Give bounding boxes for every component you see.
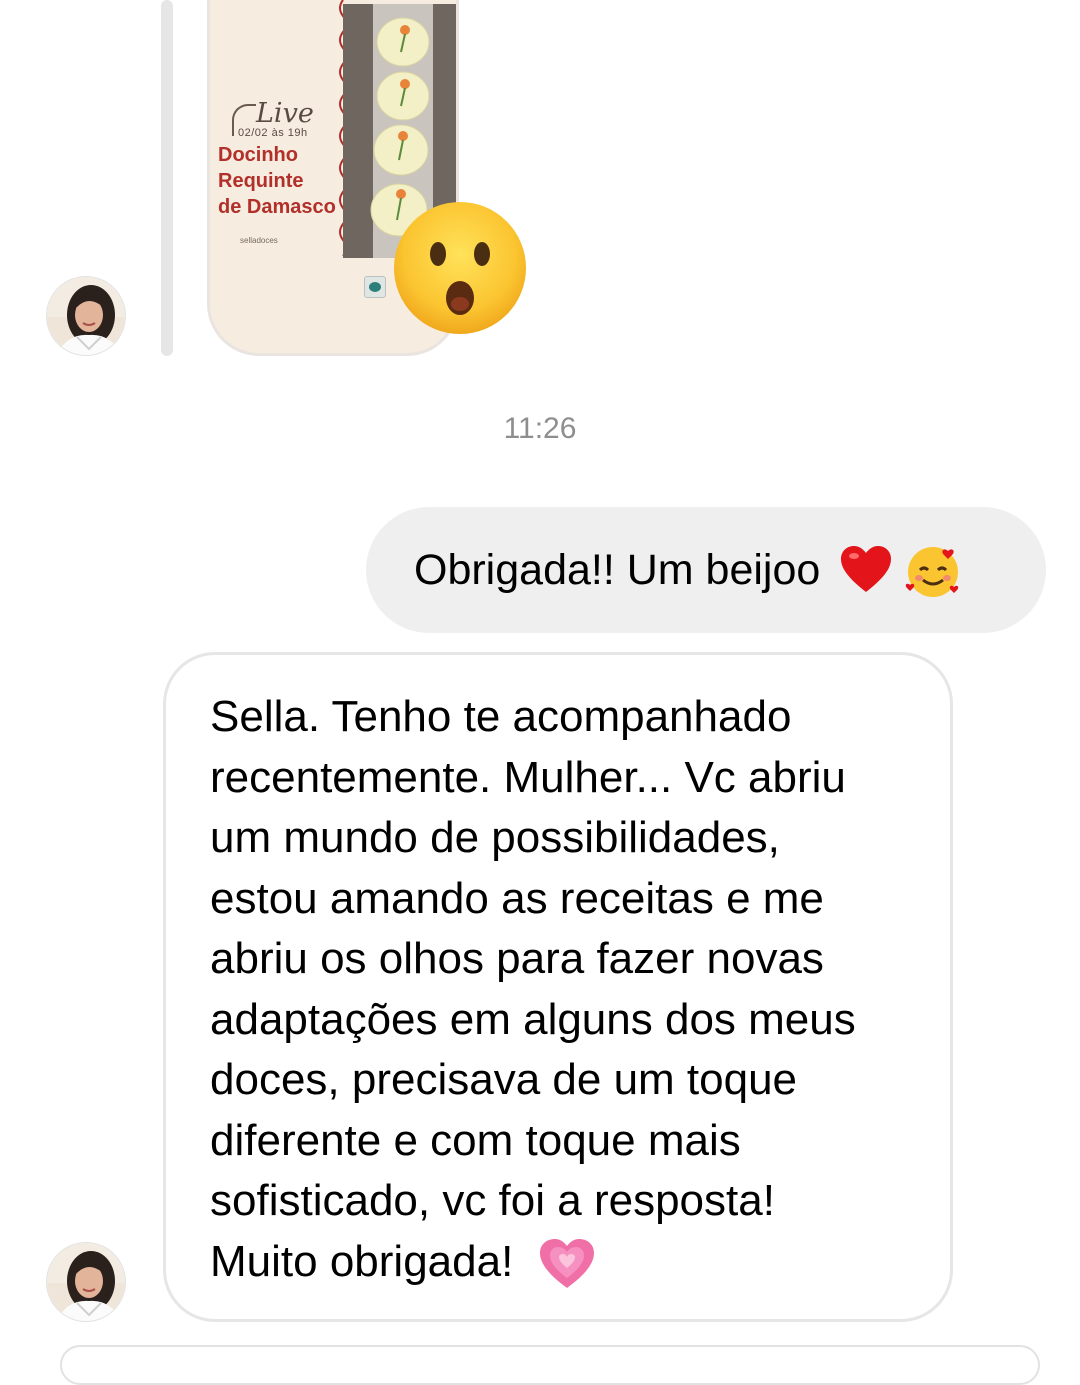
smiling-face-with-hearts-emoji bbox=[906, 547, 959, 597]
message-line: Sella. Tenho te acompanhado bbox=[210, 692, 792, 741]
message-line: sofisticado, vc foi a resposta! bbox=[210, 1176, 775, 1225]
reply-indicator-bar bbox=[161, 0, 173, 356]
astonished-face-emoji[interactable] bbox=[392, 200, 528, 336]
message-line: doces, precisava de um toque bbox=[210, 1055, 798, 1104]
avatar-photo bbox=[47, 277, 125, 355]
growing-heart-emoji bbox=[539, 1238, 594, 1288]
photo-icon bbox=[364, 276, 386, 298]
sender-avatar[interactable] bbox=[46, 1242, 126, 1322]
message-line: Muito obrigada! bbox=[210, 1236, 514, 1286]
sender-avatar[interactable] bbox=[46, 276, 126, 356]
story-date-label: 02/02 às 19h bbox=[238, 127, 308, 139]
story-brand-label: selladoces bbox=[240, 236, 278, 245]
received-message-bubble[interactable]: Sella. Tenho te acompanhado recentemente… bbox=[163, 652, 953, 1322]
message-line: adaptações em alguns dos meus bbox=[210, 994, 856, 1044]
sent-message-text: Obrigada!! Um beijoo bbox=[414, 545, 821, 594]
message-line: abriu os olhos para fazer novas bbox=[210, 934, 824, 983]
story-title-line: de Damasco bbox=[218, 196, 336, 218]
message-line: diferente e com toque mais bbox=[210, 1115, 741, 1165]
story-title-line: Requinte bbox=[218, 170, 304, 192]
sent-message-bubble[interactable]: Obrigada!! Um beijoo bbox=[366, 507, 1046, 633]
story-live-label: Live bbox=[256, 98, 314, 129]
story-title-line: Docinho bbox=[218, 144, 298, 166]
message-last-line: Muito obrigada! bbox=[210, 1232, 920, 1293]
message-timestamp: 11:26 bbox=[503, 412, 577, 445]
message-line: estou amando as receitas e me bbox=[210, 873, 824, 923]
avatar-photo bbox=[47, 1243, 125, 1321]
red-heart-emoji bbox=[841, 546, 892, 592]
next-message-bubble-edge bbox=[60, 1345, 1040, 1385]
story-title: Docinho Requinte de Damasco bbox=[218, 142, 348, 220]
message-line: um mundo de possibilidades, bbox=[210, 813, 780, 862]
message-line: recentemente. Mulher... Vc abriu bbox=[210, 752, 846, 802]
